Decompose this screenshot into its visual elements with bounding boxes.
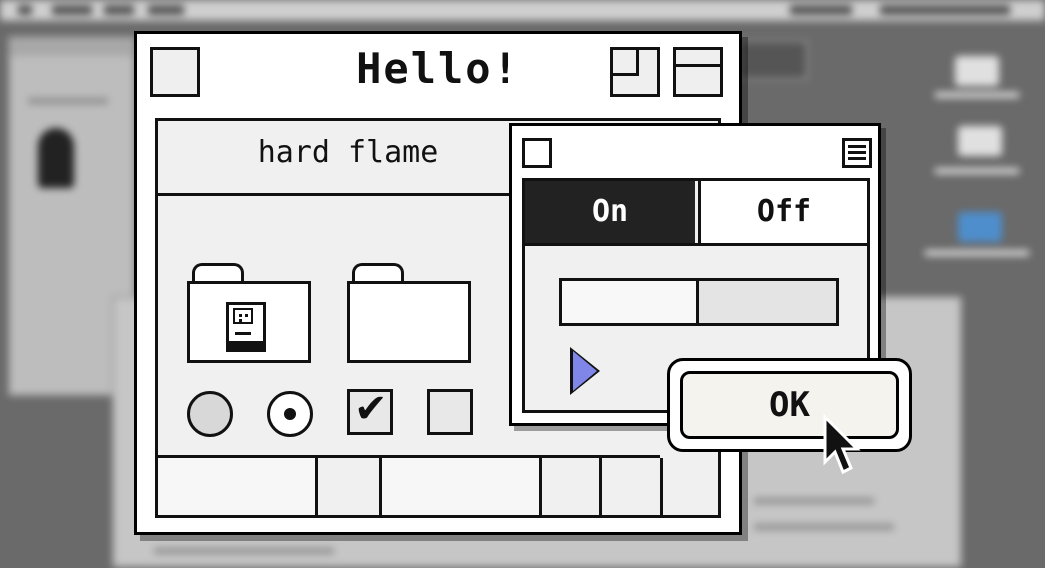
toggle-off-segment[interactable]: Off: [698, 181, 867, 243]
segmented-bar: [158, 455, 663, 515]
checkmark-icon: ✔: [354, 386, 388, 432]
checkbox-checked[interactable]: ✔: [347, 386, 393, 435]
tab-label: hard flame: [257, 135, 439, 170]
window-shade-icon: [676, 64, 720, 67]
system-folder-icon[interactable]: [187, 263, 311, 363]
segment-4[interactable]: [542, 458, 602, 515]
ok-button[interactable]: OK: [667, 358, 912, 452]
menu-bar: [0, 0, 1045, 22]
folder-icon[interactable]: [347, 263, 471, 363]
collapse-box-button[interactable]: [673, 47, 723, 97]
macintosh-computer-icon: [226, 302, 266, 354]
segment-1[interactable]: [158, 458, 318, 515]
zoom-box-button[interactable]: [610, 47, 660, 97]
toggle-on-segment[interactable]: On: [525, 181, 695, 243]
radio-button-unselected[interactable]: [187, 391, 233, 437]
dialog-close-box-button[interactable]: [522, 138, 552, 168]
arrow-cursor-icon: [823, 414, 861, 475]
progress-fill: [562, 281, 699, 323]
checkbox-unchecked[interactable]: [427, 389, 473, 435]
radio-dot-icon: [284, 408, 296, 420]
disclosure-triangle-icon[interactable]: [573, 351, 597, 391]
segment-3[interactable]: [382, 458, 542, 515]
dialog-menu-box-button[interactable]: [842, 138, 872, 168]
segment-2[interactable]: [318, 458, 382, 515]
zoom-icon: [613, 50, 639, 76]
ok-button-label: OK: [680, 371, 899, 439]
progress-bar: [559, 278, 839, 326]
title-bar[interactable]: Hello!: [137, 34, 739, 114]
background-widget: [738, 40, 808, 80]
segment-5[interactable]: [602, 458, 663, 515]
radio-button-selected[interactable]: [267, 391, 313, 437]
